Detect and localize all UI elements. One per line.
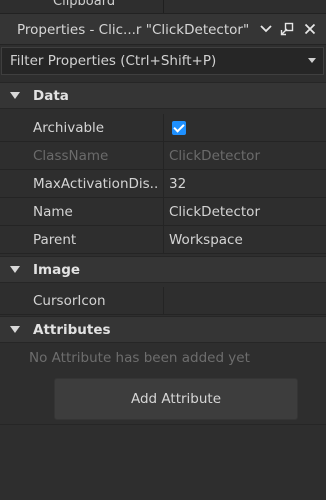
- section-header-attributes[interactable]: Attributes: [0, 316, 326, 343]
- section-header-image[interactable]: Image: [0, 256, 326, 283]
- section-title: Attributes: [33, 322, 111, 338]
- property-row-maxactivationdistance[interactable]: MaxActivationDis... 32: [0, 170, 326, 198]
- property-row-classname: ClassName ClickDetector: [0, 142, 326, 170]
- property-name: Parent: [33, 232, 77, 248]
- column-divider: [163, 0, 164, 13]
- property-value[interactable]: Workspace: [169, 232, 243, 248]
- column-divider: [163, 287, 164, 315]
- add-attribute-button[interactable]: Add Attribute: [54, 378, 298, 420]
- caret-down-icon[interactable]: [308, 58, 316, 63]
- column-divider: [163, 142, 164, 170]
- property-name: Archivable: [33, 120, 105, 136]
- collapse-arrow-icon[interactable]: [10, 92, 20, 99]
- clipboard-row: Clipboard: [0, 0, 326, 14]
- archivable-checkbox[interactable]: [172, 121, 186, 135]
- property-row-archivable[interactable]: Archivable: [0, 114, 326, 142]
- clipboard-label: Clipboard: [53, 0, 116, 9]
- panel-title-bar: Properties - Clic...r "ClickDetector": [0, 14, 326, 45]
- property-row-cursoricon[interactable]: CursorIcon: [0, 287, 326, 315]
- property-name: Name: [33, 204, 73, 220]
- collapse-arrow-icon[interactable]: [10, 326, 20, 333]
- column-divider: [163, 170, 164, 198]
- property-name: MaxActivationDis...: [33, 176, 159, 192]
- property-row-name[interactable]: Name ClickDetector: [0, 198, 326, 226]
- column-divider: [163, 198, 164, 226]
- section-title: Image: [33, 262, 81, 278]
- section-header-data[interactable]: Data: [0, 82, 326, 109]
- undock-icon[interactable]: [278, 20, 296, 38]
- properties-panel: Clipboard Properties - Clic...r "ClickDe…: [0, 0, 326, 500]
- property-value-input[interactable]: 32: [169, 176, 186, 192]
- filter-placeholder: Filter Properties (Ctrl+Shift+P): [10, 53, 217, 69]
- property-row-parent[interactable]: Parent Workspace: [0, 226, 326, 254]
- section-title: Data: [33, 88, 69, 104]
- no-attributes-message: No Attribute has been added yet: [29, 350, 250, 366]
- property-name: CursorIcon: [33, 293, 106, 309]
- column-divider: [163, 226, 164, 254]
- property-value: ClickDetector: [169, 148, 260, 164]
- property-value-input[interactable]: ClickDetector: [169, 204, 260, 220]
- filter-properties-input[interactable]: Filter Properties (Ctrl+Shift+P): [1, 47, 324, 75]
- collapse-arrow-icon[interactable]: [10, 266, 20, 273]
- column-divider: [163, 114, 164, 142]
- property-name: ClassName: [33, 148, 109, 164]
- empty-panel-area: [0, 424, 326, 500]
- panel-title: Properties - Clic...r "ClickDetector": [17, 22, 250, 38]
- chevron-down-icon[interactable]: [257, 20, 275, 38]
- close-icon[interactable]: [301, 20, 319, 38]
